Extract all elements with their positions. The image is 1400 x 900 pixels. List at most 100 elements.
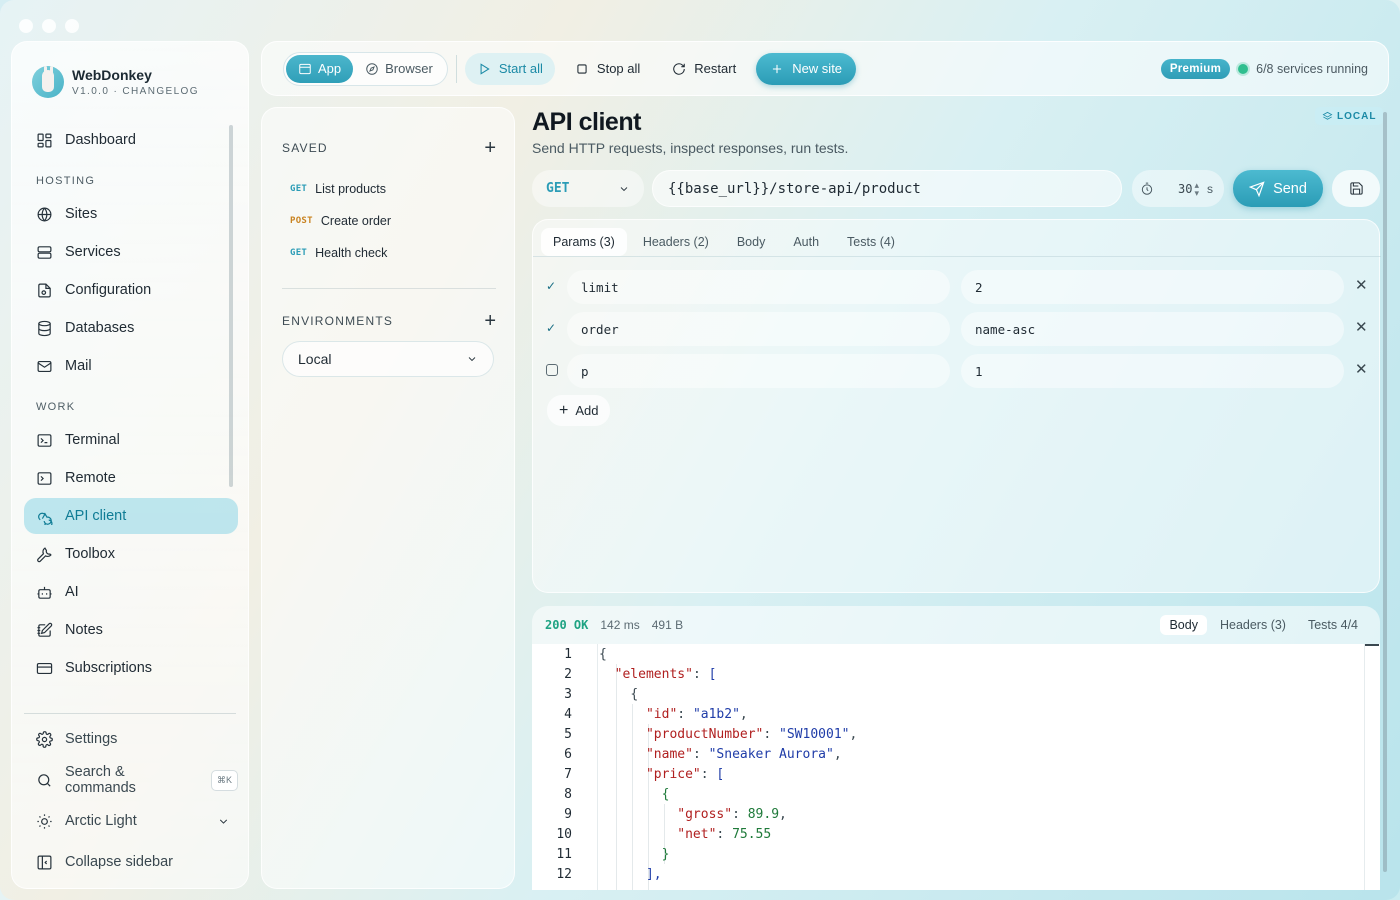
response-tab-tests[interactable]: Tests 4/4 (1299, 615, 1367, 635)
timer-icon (1141, 182, 1153, 195)
code-token: : (732, 807, 748, 822)
app-version[interactable]: V1.0.0 · CHANGELOG (72, 86, 199, 97)
tab-body[interactable]: Body (725, 228, 778, 256)
compass-icon (366, 62, 378, 75)
save-request-button[interactable] (1332, 170, 1380, 207)
code-token: : (700, 767, 717, 782)
stop-all-button[interactable]: Stop all (563, 53, 652, 85)
add-saved-request-button[interactable]: + (484, 138, 496, 158)
tab-params[interactable]: Params (3) (541, 228, 627, 256)
add-param-button[interactable]: + Add (547, 395, 611, 426)
sidebar-item-remote[interactable]: Remote (24, 460, 238, 496)
sidebar-item-configuration[interactable]: Configuration (24, 272, 238, 308)
param-key-input[interactable]: p (567, 354, 950, 388)
saved-request-item[interactable]: GET List products (290, 182, 386, 196)
remove-param-button[interactable]: ✕ (1355, 320, 1368, 336)
services-status[interactable]: 6/8 services running (1256, 62, 1368, 76)
param-row: p 1 ✕ (533, 354, 1381, 388)
close-window-button[interactable] (19, 19, 33, 33)
request-name: List products (315, 182, 387, 196)
tab-auth[interactable]: Auth (781, 228, 831, 256)
saved-request-item[interactable]: POST Create order (290, 214, 391, 228)
brand[interactable]: WebDonkey V1.0.0 · CHANGELOG (32, 66, 199, 98)
code-line: "productNumber": "SW10001", (599, 727, 857, 742)
section-title-work: WORK (36, 401, 76, 413)
sidebar-item-ai[interactable]: AI (24, 574, 238, 610)
saved-request-item[interactable]: GET Health check (290, 246, 387, 260)
sidebar-item-terminal[interactable]: Terminal (24, 422, 238, 458)
app-window-icon (299, 63, 311, 74)
code-token: "a1b2" (692, 707, 740, 722)
main-scrollbar[interactable] (1383, 112, 1387, 872)
sidebar-item-label: Services (65, 244, 121, 260)
premium-badge[interactable]: Premium (1160, 58, 1231, 79)
environments-title: ENVIRONMENTS (282, 314, 394, 328)
code-token: , (849, 727, 858, 742)
response-tabs: Body Headers (3) Tests 4/4 (1160, 615, 1367, 635)
sidebar-item-mail[interactable]: Mail (24, 348, 238, 384)
param-key-input[interactable]: limit (567, 270, 950, 304)
send-button[interactable]: Send (1233, 170, 1323, 207)
timeout-field[interactable]: 30 ▴ ▾ s (1132, 170, 1224, 207)
sidebar-item-dashboard[interactable]: Dashboard (24, 122, 238, 158)
app-window: WebDonkey V1.0.0 · CHANGELOG Dashboard H… (0, 0, 1400, 900)
collapse-sidebar-button[interactable]: Collapse sidebar (24, 843, 238, 881)
status-area: Premium 6/8 services running (1160, 58, 1368, 79)
start-all-button[interactable]: Start all (464, 52, 555, 85)
sidebar-item-notes[interactable]: Notes (24, 612, 238, 648)
chevron-down-icon (620, 186, 628, 191)
param-key-input[interactable]: order (567, 312, 950, 346)
sidebar-item-toolbox[interactable]: Toolbox (24, 536, 238, 572)
param-enabled-checkbox[interactable] (546, 364, 558, 376)
code-token: "net" (677, 827, 717, 842)
new-site-button[interactable]: New site (756, 52, 857, 85)
sidebar-item-subscriptions[interactable]: Subscriptions (24, 650, 238, 686)
response-tab-body[interactable]: Body (1160, 615, 1207, 635)
request-name: Health check (315, 246, 388, 260)
param-value-input[interactable]: 1 (961, 354, 1344, 388)
param-row: ✓ order name-asc ✕ (533, 312, 1381, 346)
settings-button[interactable]: Settings (24, 720, 238, 758)
environment-select[interactable]: Local (282, 341, 494, 377)
param-enabled-checkbox[interactable]: ✓ (546, 322, 558, 334)
tab-tests[interactable]: Tests (4) (835, 228, 907, 256)
param-value-input[interactable]: name-asc (961, 312, 1344, 346)
restart-button[interactable]: Restart (660, 53, 748, 85)
sidebar-item-services[interactable]: Services (24, 234, 238, 270)
search-commands-button[interactable]: Search & commands ⌘K (24, 761, 238, 799)
tab-headers[interactable]: Headers (2) (631, 228, 721, 256)
dashboard-icon (37, 133, 52, 147)
add-environment-button[interactable]: + (484, 311, 496, 331)
maximize-window-button[interactable] (65, 19, 79, 33)
response-body-editor[interactable]: 1 2 3 4 5 6 7 8 9 10 11 12 { "elements":… (532, 644, 1380, 890)
theme-select[interactable]: Arctic Light (24, 802, 238, 840)
sidebar-item-label: Mail (65, 358, 92, 374)
url-input[interactable]: {{base_url}}/store-api/product (652, 170, 1122, 207)
remove-param-button[interactable]: ✕ (1355, 362, 1368, 378)
code-token: , (739, 707, 748, 722)
code-line: { (599, 687, 638, 702)
code-token: "id" (645, 707, 678, 722)
timeout-unit: s (1206, 181, 1213, 196)
response-tab-headers[interactable]: Headers (3) (1211, 615, 1295, 635)
mode-app-button[interactable]: App (286, 54, 354, 83)
theme-label: Arctic Light (65, 813, 137, 829)
param-enabled-checkbox[interactable]: ✓ (546, 280, 558, 292)
sidebar-item-api-client[interactable]: API client (24, 498, 238, 534)
timeout-stepper-icon[interactable]: ▴ ▾ (1194, 180, 1199, 197)
param-value-input[interactable]: 2 (961, 270, 1344, 304)
code-token: [ (716, 767, 725, 782)
sidebar-item-sites[interactable]: Sites (24, 196, 238, 232)
code-scrollbar[interactable] (1364, 644, 1379, 890)
mode-browser-button[interactable]: Browser (353, 55, 445, 83)
send-label: Send (1273, 180, 1307, 197)
remove-param-button[interactable]: ✕ (1355, 278, 1368, 294)
sidebar-item-databases[interactable]: Databases (24, 310, 238, 346)
sidebar-item-label: Notes (65, 622, 103, 638)
minimize-window-button[interactable] (42, 19, 56, 33)
method-select[interactable]: GET (532, 170, 644, 207)
